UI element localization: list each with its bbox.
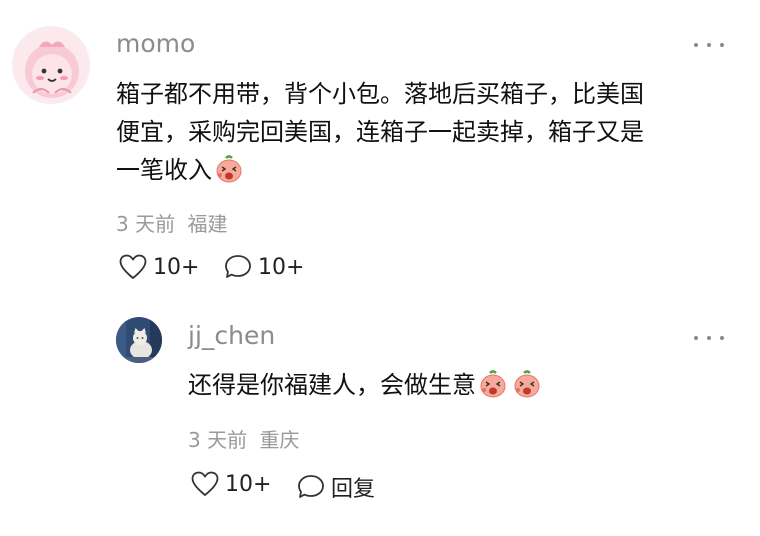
- reply-location: 重庆: [259, 428, 300, 452]
- reply-time: 3 天前: [188, 428, 248, 452]
- comment-location: 福建: [187, 212, 228, 236]
- reply-like-button[interactable]: 10+: [191, 471, 271, 497]
- peach-laugh-emoji-icon: [514, 370, 540, 398]
- reply-reply-button[interactable]: 回复: [297, 471, 375, 503]
- white-cat-avatar-icon: [116, 317, 162, 363]
- reply-more-icon[interactable]: [694, 331, 724, 345]
- replier-avatar[interactable]: [116, 317, 162, 363]
- comment-text-line: 箱子都不用带，背个小包。落地后买箱子，比美国: [116, 80, 644, 108]
- peach-laugh-emoji-icon: [216, 155, 242, 183]
- comment-time: 3 天前: [116, 212, 176, 236]
- reply-meta: 3 天前 重庆: [188, 424, 299, 453]
- comment-reply-count: 10+: [258, 254, 305, 280]
- comment-text-line: 一笔收入: [116, 151, 736, 189]
- comment-reply-button[interactable]: 10+: [224, 254, 304, 280]
- replier-username[interactable]: jj_chen: [188, 321, 275, 350]
- comment-like-button[interactable]: 10+: [119, 254, 199, 280]
- comment-more-icon[interactable]: [694, 38, 724, 52]
- speech-bubble-icon: [225, 255, 251, 278]
- pink-cartoon-avatar-icon: [13, 27, 89, 103]
- comment-meta: 3 天前 福建: [116, 208, 227, 237]
- reply-text: 还得是你福建人，会做生意: [188, 366, 542, 404]
- reply-label: 回复: [331, 477, 376, 502]
- reply-text-content: 还得是你福建人，会做生意: [188, 371, 476, 399]
- commenter-avatar[interactable]: [12, 26, 90, 104]
- comment-text-line-end: 一笔收入: [116, 156, 212, 184]
- comment-like-count: 10+: [153, 254, 200, 280]
- heart-icon: [119, 254, 147, 279]
- reply-like-count: 10+: [225, 471, 272, 497]
- peach-laugh-emoji-icon: [480, 370, 506, 398]
- speech-bubble-icon: [298, 475, 324, 498]
- heart-icon: [191, 471, 219, 496]
- comment-text-line: 便宜，采购完回美国，连箱子一起卖掉，箱子又是: [116, 118, 644, 146]
- comment-text: 箱子都不用带，背个小包。落地后买箱子，比美国 便宜，采购完回美国，连箱子一起卖掉…: [116, 75, 736, 189]
- commenter-username[interactable]: momo: [116, 29, 195, 58]
